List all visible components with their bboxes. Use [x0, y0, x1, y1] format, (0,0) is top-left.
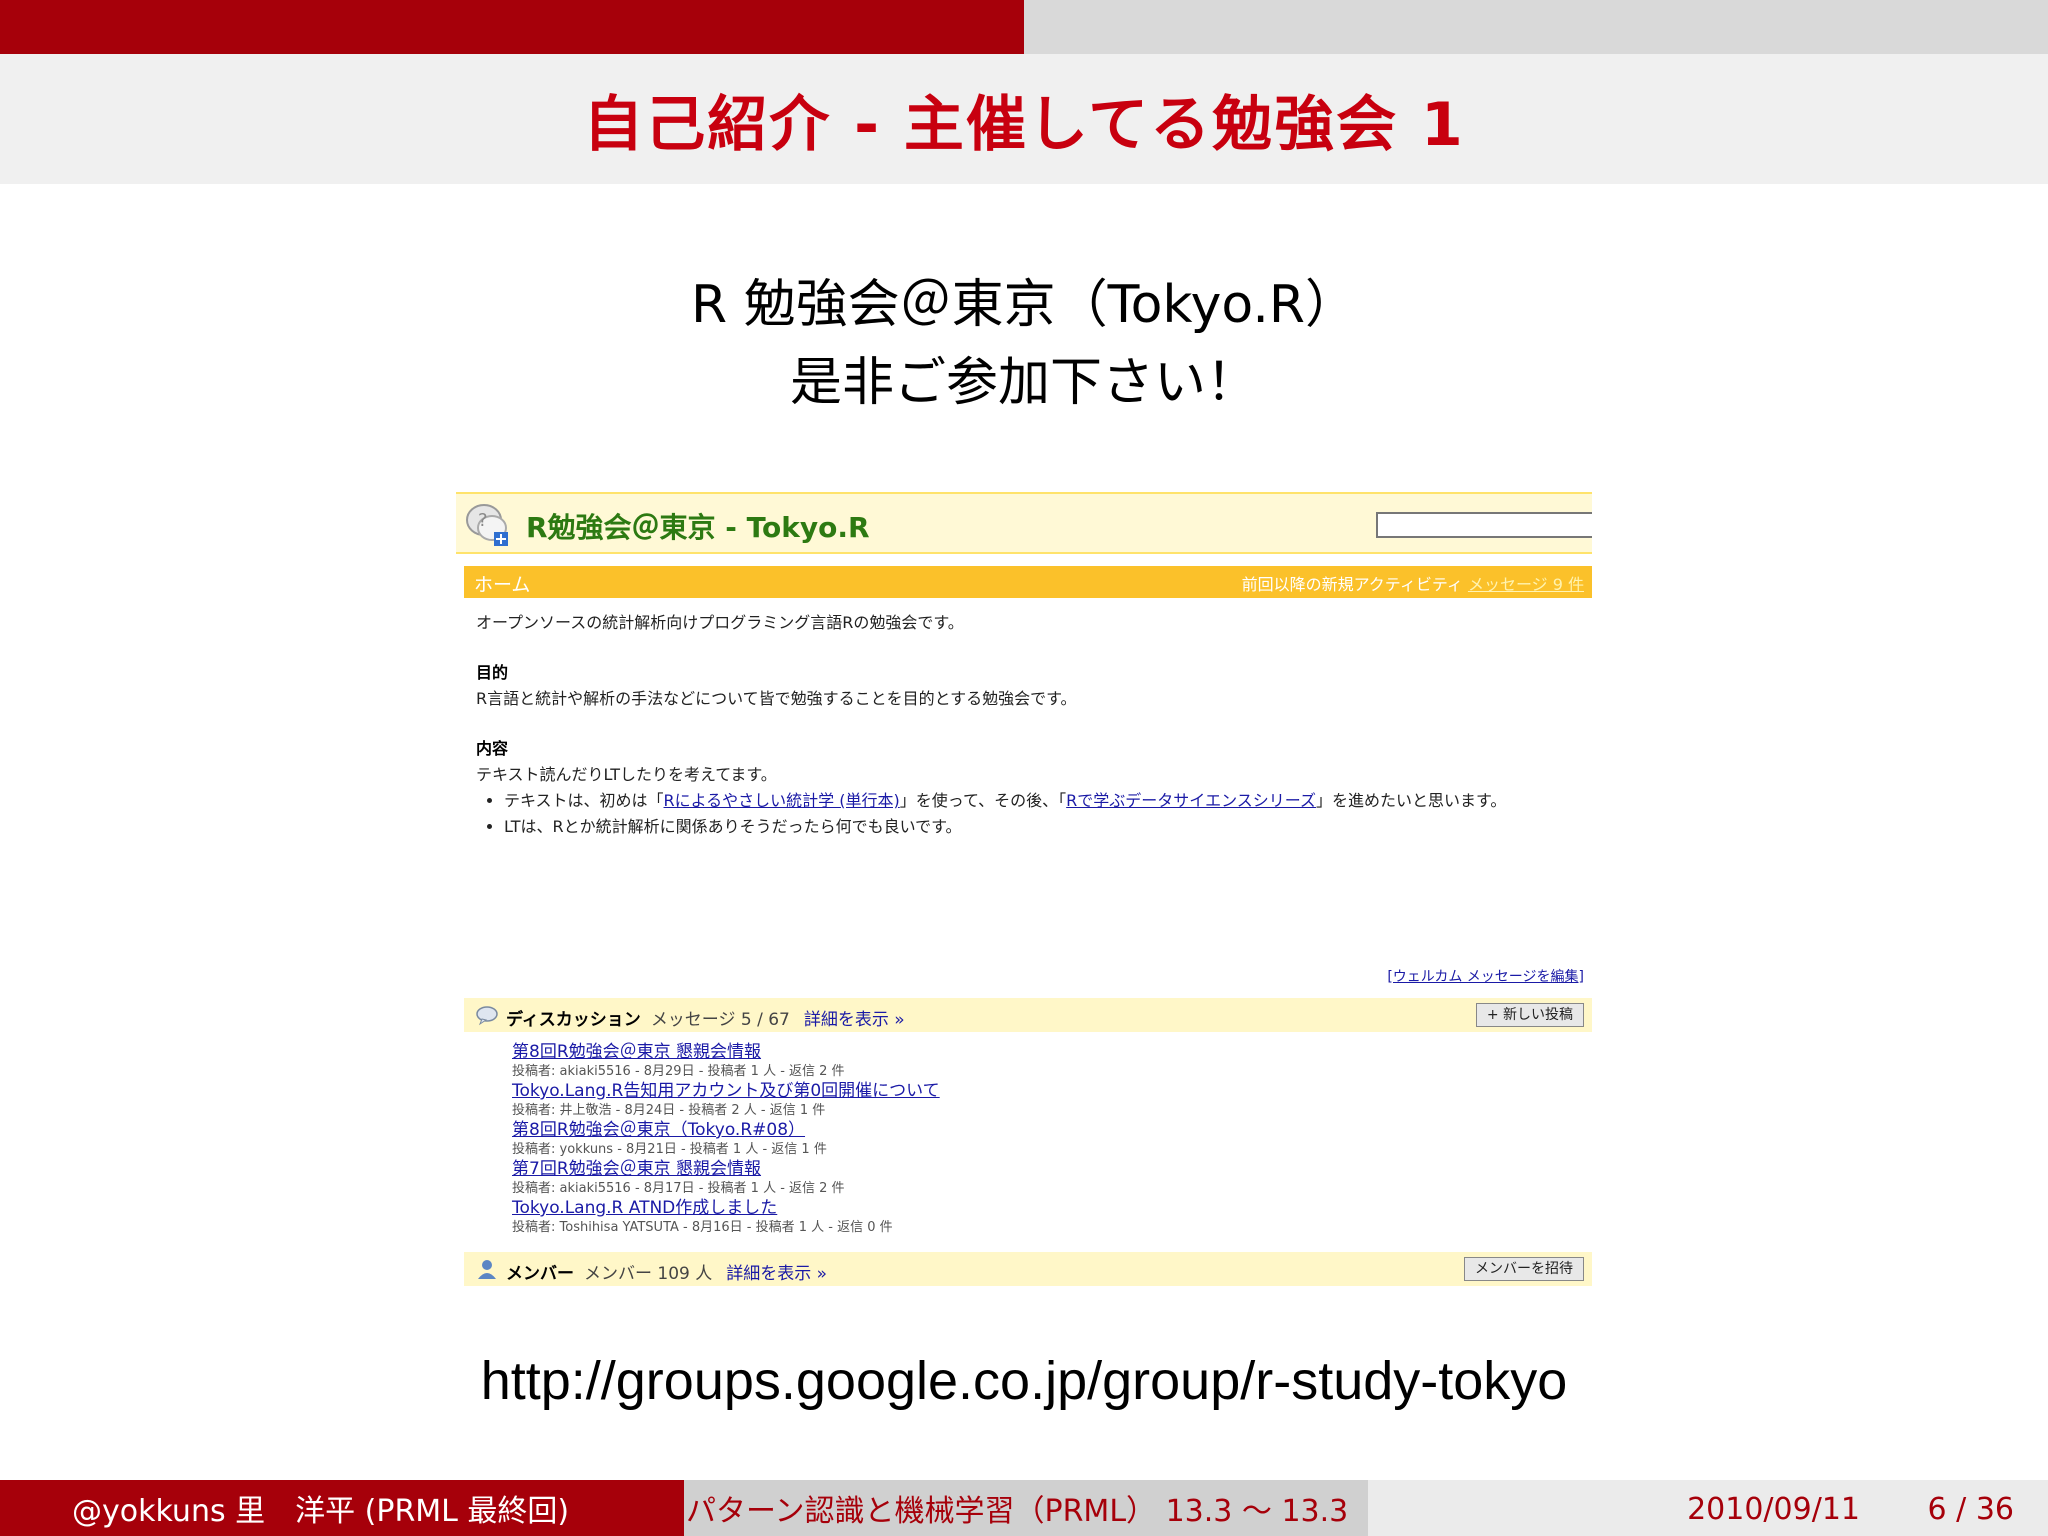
content-heading: 内容: [476, 739, 509, 758]
bullet-text: 」を使って、その後、「: [899, 791, 1067, 810]
progress-bar: [0, 0, 2048, 54]
list-item: 第8回R勉強会＠東京 懇親会情報 投稿者: akiaki5516 - 8月29日…: [512, 1042, 1412, 1081]
post-meta: 投稿者: Toshihisa YATSUTA - 8月16日 - 投稿者 1 人…: [512, 1220, 893, 1235]
members-heading: メンバー メンバー 109 人詳細を表示 »: [506, 1259, 827, 1284]
group-title: R勉強会＠東京 - Tokyo.R: [526, 511, 870, 544]
footer-right: 2010/09/11 6 / 36: [1368, 1480, 2048, 1536]
list-item: Tokyo.Lang.R告知用アカウント及び第0回開催について 投稿者: 井上敬…: [512, 1081, 1412, 1120]
bullet-text: 」を進めたいと思います。: [1316, 791, 1507, 810]
list-item: テキストは、初めは「Rによるやさしい統計学 (単行本)」を使って、その後、「Rで…: [504, 788, 1576, 814]
slide-footer: @yokkuns 里 洋平 (PRML 最終回) パターン認識と機械学習（PRM…: [0, 1480, 2048, 1536]
group-search-input[interactable]: [1376, 512, 1592, 538]
content-list: テキストは、初めは「Rによるやさしい統計学 (単行本)」を使って、その後、「Rで…: [504, 788, 1576, 840]
content-text: テキスト読んだりLTしたりを考えてます。: [476, 765, 777, 784]
discussion-count: メッセージ 5 / 67: [650, 1010, 790, 1030]
progress-fill: [0, 0, 1024, 54]
discussion-heading: ディスカッション メッセージ 5 / 67 詳細を表示 »: [506, 1005, 905, 1030]
speech-bubble-icon: [476, 1006, 498, 1026]
group-header: ? R勉強会＠東京 - Tokyo.R: [456, 492, 1592, 554]
purpose-text: R言語と統計や解析の手法などについて皆で勉強することを目的とする勉強会です。: [476, 689, 1077, 708]
post-meta: 投稿者: akiaki5516 - 8月17日 - 投稿者 1 人 - 返信 2…: [512, 1181, 845, 1196]
activity-info: 前回以降の新規アクティビティ メッセージ 9 件: [1242, 571, 1584, 595]
footer-author: @yokkuns 里 洋平 (PRML 最終回): [0, 1480, 684, 1536]
members-details-link[interactable]: 詳細を表示 »: [726, 1264, 827, 1284]
discussion-label: ディスカッション: [506, 1010, 641, 1030]
post-title-link[interactable]: Tokyo.Lang.R告知用アカウント及び第0回開催について: [512, 1081, 1412, 1101]
title-band: 自己紹介 - 主催してる勉強会 1: [0, 54, 2048, 184]
intro-text: オープンソースの統計解析向けプログラミング言語Rの勉強会です。: [476, 613, 964, 632]
post-title-link[interactable]: 第7回R勉強会＠東京 懇親会情報: [512, 1159, 1412, 1179]
members-label: メンバー: [506, 1264, 574, 1284]
subtitle-line-2: 是非ご参加下さい！: [789, 353, 1258, 413]
home-link[interactable]: ホーム: [474, 570, 530, 597]
post-meta: 投稿者: akiaki5516 - 8月29日 - 投稿者 1 人 - 返信 2…: [512, 1064, 845, 1079]
post-meta: 投稿者: yokkuns - 8月21日 - 投稿者 1 人 - 返信 1 件: [512, 1142, 827, 1157]
footer-page-number: 6 / 36: [1927, 1492, 2014, 1527]
post-list: 第8回R勉強会＠東京 懇親会情報 投稿者: akiaki5516 - 8月29日…: [512, 1042, 1412, 1237]
bullet-text: テキストは、初めは「: [504, 791, 664, 810]
post-title-link[interactable]: 第8回R勉強会＠東京 懇親会情報: [512, 1042, 1412, 1062]
footer-date: 2010/09/11: [1687, 1492, 1860, 1527]
list-item: 第7回R勉強会＠東京 懇親会情報 投稿者: akiaki5516 - 8月17日…: [512, 1159, 1412, 1198]
activity-messages-link[interactable]: メッセージ 9 件: [1468, 575, 1584, 594]
subtitle-line-1: R 勉強会＠東京（Tokyo.R）: [691, 275, 1357, 335]
discussion-details-link[interactable]: 詳細を表示 »: [804, 1010, 905, 1030]
invite-members-button[interactable]: メンバーを招待: [1464, 1257, 1584, 1281]
purpose-heading: 目的: [476, 663, 509, 682]
post-title-link[interactable]: 第8回R勉強会＠東京（Tokyo.R#08）: [512, 1120, 1412, 1140]
members-count: メンバー 109 人: [584, 1264, 713, 1284]
svg-text:?: ?: [478, 510, 488, 531]
content-block: 内容 テキスト読んだりLTしたりを考えてます。 テキストは、初めは「Rによるやさ…: [476, 736, 1576, 840]
post-meta: 投稿者: 井上敬浩 - 8月24日 - 投稿者 2 人 - 返信 1 件: [512, 1103, 826, 1118]
footer-talk-title: パターン認識と機械学習（PRML） 13.3 〜 13.3: [684, 1480, 1368, 1536]
group-logo-icon: ?: [466, 504, 508, 546]
list-item: Tokyo.Lang.R ATND作成しました 投稿者: Toshihisa Y…: [512, 1198, 1412, 1237]
new-post-button[interactable]: + 新しい投稿: [1475, 1003, 1584, 1027]
book-link-1[interactable]: Rによるやさしい統計学 (単行本): [664, 791, 900, 810]
post-title-link[interactable]: Tokyo.Lang.R ATND作成しました: [512, 1198, 1412, 1218]
purpose-block: 目的 R言語と統計や解析の手法などについて皆で勉強することを目的とする勉強会です…: [476, 660, 1576, 712]
slide-title: 自己紹介 - 主催してる勉強会 1: [583, 89, 1465, 160]
activity-label: 前回以降の新規アクティビティ: [1241, 575, 1463, 594]
welcome-message: オープンソースの統計解析向けプログラミング言語Rの勉強会です。 目的 R言語と統…: [476, 610, 1576, 864]
members-bar: メンバー メンバー 109 人詳細を表示 » メンバーを招待: [464, 1252, 1592, 1286]
member-person-icon: [478, 1260, 496, 1279]
list-item: LTは、Rとか統計解析に関係ありそうだったら何でも良いです。: [504, 814, 1576, 840]
group-url: http://groups.google.co.jp/group/r-study…: [480, 1351, 1568, 1411]
discussion-bar: ディスカッション メッセージ 5 / 67 詳細を表示 » + 新しい投稿: [464, 998, 1592, 1032]
edit-welcome-link[interactable]: [ウェルカム メッセージを編集]: [1387, 966, 1584, 986]
group-page-screenshot: ? R勉強会＠東京 - Tokyo.R ホーム 前回以降の新規アクティビティ メ…: [456, 490, 1592, 1290]
home-bar: ホーム 前回以降の新規アクティビティ メッセージ 9 件: [464, 566, 1592, 598]
book-link-2[interactable]: Rで学ぶデータサイエンスシリーズ: [1066, 791, 1316, 810]
list-item: 第8回R勉強会＠東京（Tokyo.R#08） 投稿者: yokkuns - 8月…: [512, 1120, 1412, 1159]
